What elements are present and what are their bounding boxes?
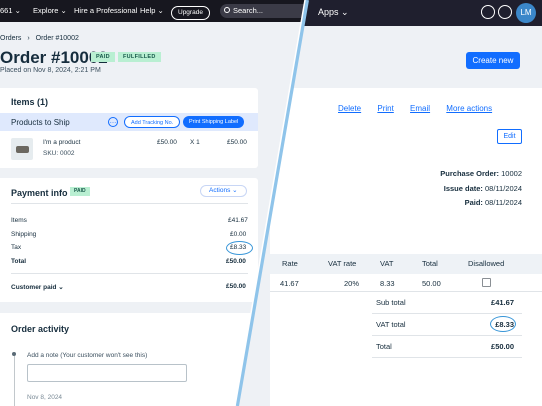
product-thumbnail (11, 138, 33, 160)
item-price: £50.00 (157, 139, 177, 146)
col-rate: Rate (282, 259, 298, 268)
timeline-line (13, 356, 15, 406)
customer-paid-value: £50.00 (226, 283, 246, 290)
table-row: 41.67 20% 8.33 50.00 (270, 274, 542, 292)
issue-date-line: Issue date: 08/11/2024 (443, 184, 522, 193)
purchase-order-line: Purchase Order: 10002 (440, 169, 522, 178)
note-hint: Add a note (Your customer won't see this… (27, 352, 148, 359)
items-title: Items (1) (11, 97, 49, 107)
cell-vat: 8.33 (380, 279, 395, 288)
site-selector[interactable]: 661 ⌄ (0, 6, 21, 15)
col-disallowed: Disallowed (468, 259, 505, 268)
email-link[interactable]: Email (410, 104, 430, 113)
fulfilled-badge: FULFILLED (118, 52, 161, 62)
apps-menu[interactable]: Apps ⌄ (318, 7, 349, 18)
item-sku: SKU: 0002 (43, 150, 75, 157)
disallowed-checkbox[interactable] (482, 278, 491, 287)
edit-button[interactable]: Edit (497, 129, 522, 144)
paid-badge: PAID (91, 52, 115, 62)
shipping-label: Shipping (11, 231, 37, 238)
avatar[interactable]: LM (516, 3, 536, 23)
col-vat-rate: VAT rate (328, 259, 357, 268)
shipping-value: £0.00 (230, 231, 247, 238)
total-value: £50.00 (226, 258, 246, 265)
items-label: Items (11, 217, 27, 224)
help-menu[interactable]: Help ⌄ (140, 6, 164, 15)
products-to-ship-bar: Products to Ship … Add Tracking No. Prin… (0, 113, 258, 131)
invoice-actions: Delete Print Email More actions (338, 104, 506, 113)
item-name: I'm a product (43, 139, 81, 146)
subtotal-row: Sub total £41.67 (372, 292, 522, 314)
delete-link[interactable]: Delete (338, 104, 361, 113)
col-total: Total (422, 259, 438, 268)
total-row: Total £50.00 (372, 336, 522, 358)
placed-date: Placed on Nov 8, 2024, 2:21 PM (0, 67, 101, 74)
highlight-circle (490, 316, 516, 332)
breadcrumb: Orders › Order #10002 (0, 35, 79, 42)
hire-link[interactable]: Hire a Professional (74, 6, 137, 15)
upgrade-button[interactable]: Upgrade (171, 6, 210, 20)
explore-menu[interactable]: Explore ⌄ (33, 6, 67, 15)
activity-card: Order activity (0, 313, 258, 406)
more-icon[interactable]: … (108, 117, 118, 127)
col-vat: VAT (380, 259, 394, 268)
activity-date: Nov 8, 2024 (27, 394, 63, 401)
payment-actions-button[interactable]: Actions ⌄ (200, 185, 247, 197)
note-input[interactable] (27, 364, 187, 382)
breadcrumb-orders[interactable]: Orders (0, 35, 21, 42)
activity-title: Order activity (11, 324, 70, 334)
create-new-button[interactable]: Create new (466, 52, 520, 69)
help-icon[interactable] (498, 5, 512, 19)
tax-highlight-circle (226, 241, 253, 255)
cell-rate: 41.67 (280, 279, 299, 288)
customer-paid-toggle[interactable]: Customer paid ⌄ (11, 283, 64, 291)
search-icon (224, 7, 230, 13)
payment-title: Payment info (11, 188, 68, 198)
item-total: £50.00 (227, 139, 247, 146)
payment-paid-badge: PAID (70, 187, 90, 196)
total-label: Total (11, 258, 27, 265)
line-items-header: Rate VAT rate VAT Total Disallowed (270, 254, 542, 274)
item-qty: X 1 (190, 139, 200, 146)
paid-date-line: Paid: 08/11/2024 (464, 198, 522, 207)
cell-vat-rate: 20% (344, 279, 360, 288)
items-value: £41.67 (228, 217, 248, 224)
print-shipping-label-button[interactable]: Print Shipping Label (183, 116, 245, 128)
breadcrumb-current: Order #10002 (35, 35, 79, 42)
cell-total: 50.00 (422, 279, 441, 288)
more-actions-link[interactable]: More actions (446, 104, 492, 113)
add-tracking-button[interactable]: Add Tracking No. (124, 116, 181, 128)
search-icon[interactable] (481, 5, 495, 19)
tax-label: Tax (11, 244, 22, 251)
print-link[interactable]: Print (377, 104, 393, 113)
